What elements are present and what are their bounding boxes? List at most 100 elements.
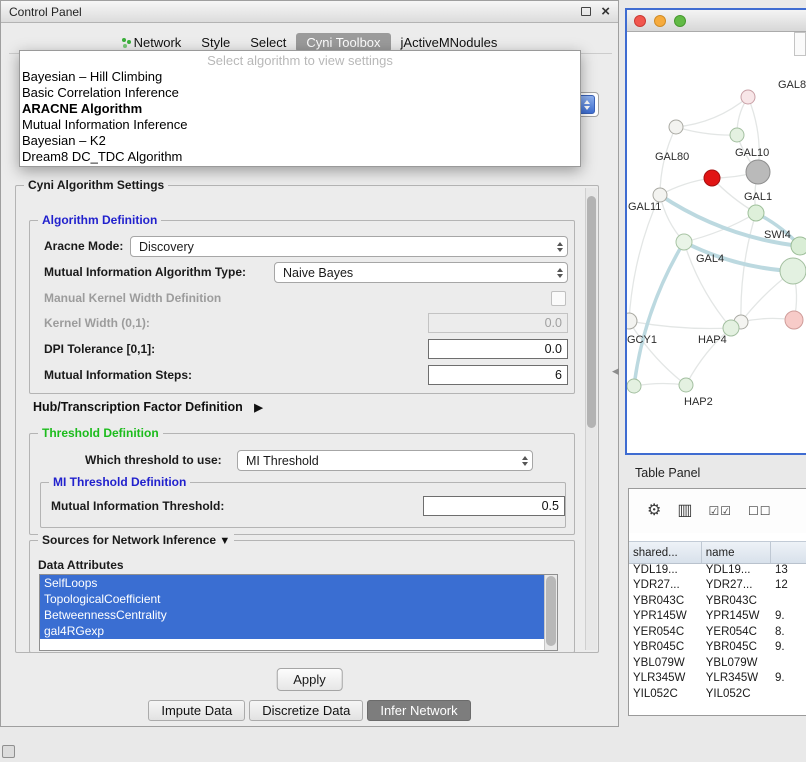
network-edge[interactable]	[629, 321, 686, 385]
network-node[interactable]	[669, 120, 683, 134]
network-node[interactable]	[679, 378, 693, 392]
close-icon[interactable]: ×	[601, 6, 610, 18]
table-column-header[interactable]: name	[702, 542, 771, 563]
tab-select[interactable]: Select	[240, 33, 296, 52]
which-threshold-combobox[interactable]: MI Threshold	[237, 450, 533, 471]
network-node[interactable]	[785, 311, 803, 329]
network-node[interactable]	[676, 234, 692, 250]
tab-infer-network[interactable]: Infer Network	[367, 700, 470, 721]
algorithm-placeholder: Select algorithm to view settings	[20, 52, 580, 69]
columns-icon[interactable]: ▥	[677, 503, 692, 519]
node-label: GAL80	[778, 79, 806, 91]
tab-cyni-toolbox[interactable]: Cyni Toolbox	[296, 33, 390, 52]
network-node[interactable]	[627, 379, 641, 393]
network-scrollbar[interactable]	[794, 32, 806, 56]
attribute-item[interactable]: SelfLoops	[40, 575, 544, 591]
collapsed-arrow-icon[interactable]: ▶	[254, 402, 262, 414]
network-node[interactable]	[704, 170, 720, 186]
network-edge[interactable]	[676, 97, 748, 127]
network-edge[interactable]	[634, 242, 684, 386]
hub-definition-label: Hub/Transcription Factor Definition	[33, 400, 243, 414]
network-edge[interactable]	[634, 383, 686, 386]
table-row[interactable]: YLR345WYLR345W9.	[629, 671, 806, 687]
mi-steps-field[interactable]	[428, 365, 568, 385]
apply-button[interactable]: Apply	[276, 668, 343, 691]
attribute-item[interactable]: BetweennessCentrality	[40, 607, 544, 623]
close-traffic-light-icon[interactable]	[634, 15, 646, 27]
algorithm-option[interactable]: ARACNE Algorithm	[20, 101, 580, 117]
table-row[interactable]: YPR145WYPR145W9.	[629, 609, 806, 625]
scrollbar-thumb[interactable]	[587, 196, 596, 428]
table-cell: YBR043C	[629, 595, 702, 607]
gear-icon[interactable]: ⚙	[647, 503, 661, 519]
aracne-mode-label: Aracne Mode:	[44, 236, 123, 256]
tab-label: Style	[201, 35, 230, 50]
table-column-header[interactable]: shared...	[629, 542, 702, 563]
deselect-all-checkboxes-icon[interactable]: ☐☐	[748, 503, 772, 519]
collapsed-panel-icon[interactable]	[2, 745, 15, 758]
table-cell: YBL079W	[702, 657, 771, 669]
network-view-window: GAL80GAL80GAL10GAL1GAL11SWI4GAL4GCY1HAP4…	[625, 8, 806, 455]
splitter-collapse-icon[interactable]: ◀	[612, 366, 619, 377]
table-row[interactable]: YBR043CYBR043C	[629, 593, 806, 609]
tab-discretize-data[interactable]: Discretize Data	[249, 700, 363, 721]
table-body[interactable]: YDL19...YDL19...13YDR27...YDR27...12YBR0…	[629, 562, 806, 715]
dpi-tolerance-field[interactable]	[428, 339, 568, 359]
table-cell: YBL079W	[629, 657, 702, 669]
select-all-checkboxes-icon[interactable]: ☑☑	[708, 503, 732, 519]
network-node[interactable]	[653, 188, 667, 202]
mi-threshold-field[interactable]	[423, 496, 565, 516]
table-row[interactable]: YDR27...YDR27...12	[629, 578, 806, 594]
algorithm-option[interactable]: Bayesian – K2	[20, 133, 580, 149]
mi-algorithm-type-combobox[interactable]: Naive Bayes	[274, 262, 568, 283]
network-graph[interactable]: GAL80GAL80GAL10GAL1GAL11SWI4GAL4GCY1HAP4…	[627, 32, 806, 453]
dpi-tolerance-label: DPI Tolerance [0,1]:	[44, 339, 155, 359]
network-node[interactable]	[730, 128, 744, 142]
attribute-item[interactable]: gal4RGexp	[40, 623, 544, 639]
control-panel-titlebar[interactable]: Control Panel ×	[1, 1, 618, 23]
manual-kernel-width-checkbox[interactable]	[551, 291, 566, 306]
sources-section-title[interactable]: Sources for Network Inference ▼	[38, 533, 234, 547]
kernel-width-field[interactable]	[428, 313, 568, 333]
network-canvas[interactable]: GAL80GAL80GAL10GAL1GAL11SWI4GAL4GCY1HAP4…	[627, 32, 806, 453]
tab-impute-data[interactable]: Impute Data	[148, 700, 245, 721]
apply-button-label: Apply	[293, 672, 326, 687]
network-edge[interactable]	[629, 321, 731, 329]
table-column-header[interactable]	[771, 542, 806, 563]
algorithm-option[interactable]: Mutual Information Inference	[20, 117, 580, 133]
data-attributes-list[interactable]: SelfLoopsTopologicalCoefficientBetweenne…	[39, 574, 558, 651]
tab-style[interactable]: Style	[191, 33, 240, 52]
float-window-icon[interactable]	[581, 7, 591, 16]
algorithm-option[interactable]: Basic Correlation Inference	[20, 85, 580, 101]
expanded-arrow-icon[interactable]: ▼	[219, 535, 230, 547]
network-node[interactable]	[627, 313, 637, 329]
tab-jactivemnodules[interactable]: jActiveMNodules	[391, 33, 508, 52]
table-row[interactable]: YIL052CYIL052C	[629, 686, 806, 702]
control-panel-tabbar: Network Style SelectCyni ToolboxjActiveMNo…	[1, 32, 618, 52]
table-row[interactable]: YBR045CYBR045C9.	[629, 640, 806, 656]
zoom-traffic-light-icon[interactable]	[674, 15, 686, 27]
network-node[interactable]	[780, 258, 806, 284]
network-node[interactable]	[748, 205, 764, 221]
mi-threshold-label: Mutual Information Threshold:	[51, 496, 224, 516]
network-window-titlebar[interactable]	[627, 10, 806, 32]
table-row[interactable]: YDL19...YDL19...13	[629, 562, 806, 578]
algorithm-option[interactable]: Dream8 DC_TDC Algorithm	[20, 149, 580, 165]
network-node[interactable]	[746, 160, 770, 184]
minimize-traffic-light-icon[interactable]	[654, 15, 666, 27]
network-node[interactable]	[741, 90, 755, 104]
list-scrollbar[interactable]	[544, 575, 557, 650]
network-edge[interactable]	[676, 127, 737, 135]
aracne-mode-combobox[interactable]: Discovery	[130, 236, 568, 257]
hub-definition-section[interactable]: Hub/Transcription Factor Definition ▶	[33, 400, 263, 414]
settings-scrollbar[interactable]	[585, 188, 597, 650]
tab-network[interactable]: Network	[112, 33, 192, 52]
table-row[interactable]: YBL079WYBL079W	[629, 655, 806, 671]
scrollbar-thumb[interactable]	[546, 576, 556, 646]
control-panel-window: Control Panel × Network Style SelectCyni T…	[0, 0, 619, 727]
attribute-item[interactable]: TopologicalCoefficient	[40, 591, 544, 607]
table-toolbar: ⚙ ▥ ☑☑ ☐☐	[629, 489, 806, 533]
network-node[interactable]	[791, 237, 806, 255]
table-row[interactable]: YER054CYER054C8.	[629, 624, 806, 640]
algorithm-option[interactable]: Bayesian – Hill Climbing	[20, 69, 580, 85]
